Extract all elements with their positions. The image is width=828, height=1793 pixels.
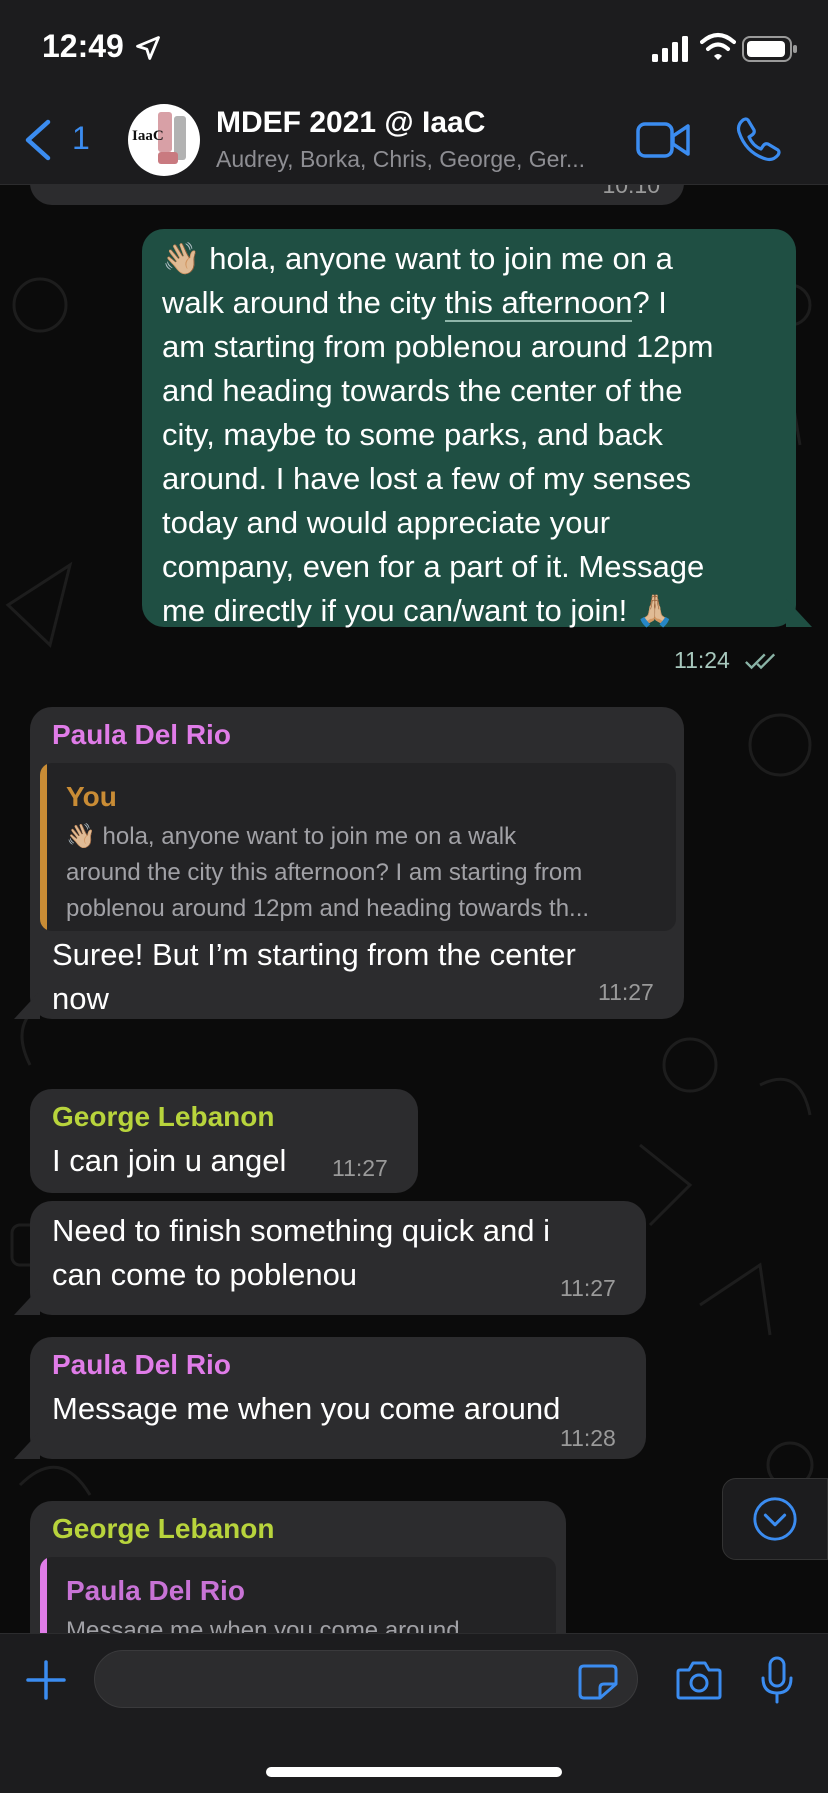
- wifi-icon: [700, 33, 736, 60]
- reply-quote[interactable]: You 👋🏼 hola, anyone want to join me on a…: [40, 763, 676, 931]
- message-time: 11:27: [598, 979, 654, 1005]
- reply-quote[interactable]: Paula Del Rio Message me when you come a…: [40, 1557, 556, 1633]
- message-line: now: [52, 981, 109, 1016]
- location-arrow-icon: [136, 36, 160, 60]
- back-chevron-icon[interactable]: [22, 118, 54, 162]
- date-link[interactable]: this afternoon: [444, 285, 633, 322]
- plus-icon[interactable]: [26, 1660, 66, 1700]
- message-line: 👋🏼 hola, anyone want to join me on a: [162, 241, 673, 276]
- quote-text: 👋🏼 hola, anyone want to join me on a wal…: [66, 819, 666, 927]
- chat-members[interactable]: Audrey, Borka, Chris, George, Ger...: [216, 146, 585, 173]
- double-check-icon: [745, 653, 776, 670]
- avatar-logo-text: IaaC: [132, 128, 164, 144]
- message-line: Suree! But I’m starting from the center: [52, 937, 576, 972]
- incoming-message[interactable]: George Lebanon I can join u angel 11:27: [30, 1089, 418, 1193]
- quote-line: poblenou around 12pm and heading towards…: [66, 895, 590, 922]
- sender-name[interactable]: Paula Del Rio: [52, 719, 231, 751]
- quote-text: Message me when you come around: [66, 1617, 460, 1633]
- incoming-message[interactable]: George Lebanon Paula Del Rio Message me …: [30, 1501, 566, 1633]
- message-line: am starting from poblenou around 12pm: [162, 329, 714, 364]
- incoming-message[interactable]: Paula Del Rio Message me when you come a…: [30, 1337, 646, 1459]
- quote-accent-bar: [40, 1557, 47, 1633]
- sender-name[interactable]: George Lebanon: [52, 1513, 274, 1545]
- quote-accent-bar: [40, 763, 47, 931]
- message-line: today and would appreciate your: [162, 505, 611, 540]
- microphone-icon[interactable]: [760, 1656, 794, 1704]
- message-line: Need to finish something quick and i: [52, 1213, 551, 1248]
- unread-count[interactable]: 1: [72, 120, 90, 157]
- sender-name[interactable]: Paula Del Rio: [52, 1349, 231, 1381]
- message-text: I can join u angel: [52, 1143, 287, 1178]
- message-text: Need to finish something quick and i can…: [52, 1209, 642, 1297]
- message-line: city, maybe to some parks, and back: [162, 417, 663, 452]
- message-input[interactable]: [94, 1650, 638, 1708]
- sticker-icon[interactable]: [578, 1664, 618, 1700]
- message-bubble-partial[interactable]: 10:10: [30, 185, 684, 205]
- message-time: 11:28: [560, 1425, 616, 1451]
- chat-title[interactable]: MDEF 2021 @ IaaC: [216, 106, 485, 140]
- group-avatar[interactable]: IaaC: [128, 104, 200, 176]
- message-time: 11:27: [332, 1155, 388, 1181]
- message-fragment: ? I: [632, 285, 667, 320]
- sender-name[interactable]: George Lebanon: [52, 1101, 274, 1133]
- phone-call-icon[interactable]: [736, 116, 782, 162]
- chat-messages[interactable]: 10:10 👋🏼 hola, anyone want to join me on…: [0, 185, 828, 1633]
- quote-line: around the city this afternoon? I am sta…: [66, 859, 583, 886]
- camera-icon[interactable]: [676, 1660, 722, 1700]
- video-call-icon[interactable]: [636, 120, 690, 160]
- chat-header: 1 IaaC MDEF 2021 @ IaaC Audrey, Borka, C…: [0, 96, 828, 185]
- incoming-message[interactable]: Need to finish something quick and i can…: [30, 1201, 646, 1315]
- message-fragment: walk around the city: [162, 285, 445, 320]
- message-text: Message me when you come around: [52, 1391, 561, 1426]
- battery-icon: [742, 36, 797, 62]
- message-time: 11:24: [674, 647, 730, 673]
- message-text: 👋🏼 hola, anyone want to join me on a wal…: [162, 237, 792, 633]
- message-line: me directly if you can/want to join! 🙏🏼: [162, 593, 675, 628]
- message-line: walk around the city this afternoon? I: [162, 281, 792, 325]
- home-indicator[interactable]: [266, 1767, 562, 1777]
- quote-sender: You: [66, 781, 117, 812]
- outgoing-message[interactable]: 👋🏼 hola, anyone want to join me on a wal…: [142, 229, 796, 628]
- message-line: and heading towards the center of the: [162, 373, 683, 408]
- message-time: 11:27: [560, 1275, 616, 1301]
- incoming-message[interactable]: Paula Del Rio You 👋🏼 hola, anyone want t…: [30, 707, 684, 1019]
- status-time: 12:49: [42, 28, 124, 64]
- cellular-signal-icon: [652, 36, 688, 62]
- message-time: 10:10: [602, 185, 660, 198]
- quote-line: 👋🏼 hola, anyone want to join me on a wal…: [66, 823, 517, 850]
- scroll-to-bottom-button[interactable]: [722, 1478, 828, 1560]
- quote-sender: Paula Del Rio: [66, 1575, 245, 1606]
- message-text: Suree! But I’m starting from the center …: [52, 933, 672, 1021]
- status-bar: 12:49: [0, 0, 828, 96]
- avatar-figure: [158, 152, 178, 164]
- message-line: around. I have lost a few of my senses: [162, 461, 691, 496]
- message-line: company, even for a part of it. Message: [162, 549, 705, 584]
- message-line: can come to poblenou: [52, 1257, 358, 1292]
- chevron-down-circle-icon: [753, 1497, 797, 1541]
